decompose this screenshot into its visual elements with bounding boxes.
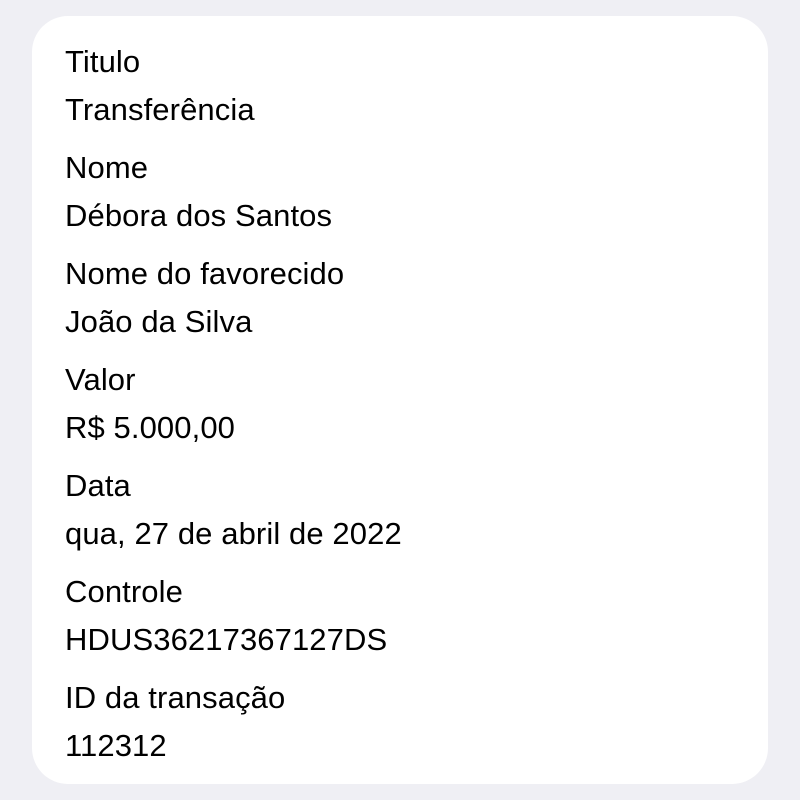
field-valor: Valor R$ 5.000,00: [65, 356, 768, 452]
field-value: Débora dos Santos: [65, 198, 333, 233]
field-label: Titulo: [65, 44, 141, 79]
field-value: qua, 27 de abril de 2022: [65, 516, 402, 551]
field-nome: Nome Débora dos Santos: [65, 144, 768, 240]
field-label: Nome do favorecido: [65, 256, 345, 291]
field-label: Valor: [65, 362, 136, 397]
field-value: HDUS36217367127DS: [65, 622, 388, 657]
field-label: ID da transação: [65, 680, 286, 715]
field-value: Transferência: [65, 92, 255, 127]
field-label: Data: [65, 468, 131, 503]
field-controle: Controle HDUS36217367127DS: [65, 568, 768, 664]
field-label: Controle: [65, 574, 183, 609]
field-nome-do-favorecido: Nome do favorecido João da Silva: [65, 250, 768, 346]
field-value: João da Silva: [65, 304, 253, 339]
field-value: R$ 5.000,00: [65, 410, 236, 445]
field-titulo: Titulo Transferência: [65, 38, 768, 134]
field-data: Data qua, 27 de abril de 2022: [65, 462, 768, 558]
field-id-da-transacao: ID da transação 112312: [65, 674, 768, 770]
transaction-details-card: Titulo Transferência Nome Débora dos San…: [32, 16, 768, 784]
field-label: Nome: [65, 150, 149, 185]
field-value: 112312: [65, 728, 167, 763]
